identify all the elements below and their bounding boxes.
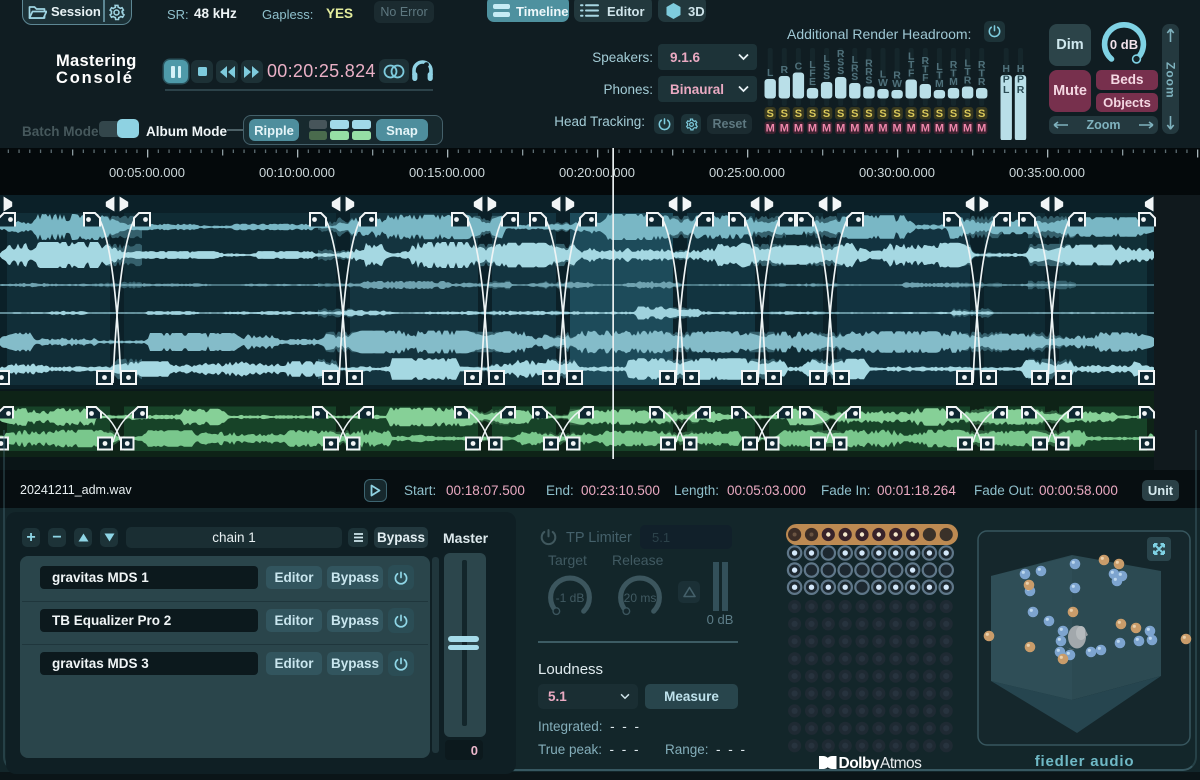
svg-text:M: M xyxy=(836,123,845,135)
svg-text:S: S xyxy=(978,108,985,120)
svg-text:S: S xyxy=(781,108,788,120)
svg-text:M: M xyxy=(780,123,789,135)
svg-text:S: S xyxy=(851,108,858,120)
svg-text:M: M xyxy=(963,123,972,135)
svg-text:R: R xyxy=(978,76,986,88)
svg-text:S: S xyxy=(809,108,816,120)
svg-text:M: M xyxy=(907,123,916,135)
svg-text:S: S xyxy=(922,108,929,120)
svg-text:L: L xyxy=(767,67,774,79)
svg-text:00:15:00.000: 00:15:00.000 xyxy=(409,165,485,180)
svg-text:S: S xyxy=(950,108,957,120)
svg-text:00:25:00.000: 00:25:00.000 xyxy=(709,165,785,180)
svg-text:M: M xyxy=(766,123,775,135)
svg-text:R: R xyxy=(781,64,789,76)
svg-text:S: S xyxy=(851,71,858,83)
svg-text:00:05:00.000: 00:05:00.000 xyxy=(109,165,185,180)
svg-text:M: M xyxy=(850,123,859,135)
svg-text:M: M xyxy=(864,123,873,135)
svg-text:S: S xyxy=(837,65,844,77)
svg-text:S: S xyxy=(936,108,943,120)
svg-text:S: S xyxy=(893,108,900,120)
svg-text:M: M xyxy=(921,123,930,135)
svg-text:M: M xyxy=(822,123,831,135)
svg-text:S: S xyxy=(908,108,915,120)
svg-text:M: M xyxy=(935,78,944,90)
svg-text:E: E xyxy=(809,76,816,88)
svg-text:F: F xyxy=(922,72,929,84)
svg-text:M: M xyxy=(949,76,958,88)
svg-text:00:35:00.000: 00:35:00.000 xyxy=(1009,165,1085,180)
svg-text:M: M xyxy=(808,123,817,135)
svg-text:Dolby: Dolby xyxy=(839,755,880,770)
svg-text:M: M xyxy=(794,123,803,135)
svg-text:W: W xyxy=(892,78,902,90)
svg-text:00:20:00.000: 00:20:00.000 xyxy=(559,165,635,180)
svg-text:S: S xyxy=(823,70,830,82)
svg-text:F: F xyxy=(908,68,915,80)
svg-text:00:10:00.000: 00:10:00.000 xyxy=(259,165,335,180)
svg-text:S: S xyxy=(837,108,844,120)
svg-text:00:30:00.000: 00:30:00.000 xyxy=(859,165,935,180)
svg-text:M: M xyxy=(878,123,887,135)
svg-text:S: S xyxy=(865,108,872,120)
svg-text:S: S xyxy=(767,108,774,120)
svg-text:M: M xyxy=(949,123,958,135)
svg-text:S: S xyxy=(964,108,971,120)
svg-text:S: S xyxy=(865,75,872,87)
svg-text:R: R xyxy=(964,75,972,87)
svg-text:W: W xyxy=(878,77,888,89)
svg-text:R: R xyxy=(1017,84,1025,96)
svg-text:C: C xyxy=(795,61,803,73)
svg-text:S: S xyxy=(823,108,830,120)
svg-text:M: M xyxy=(977,123,986,135)
svg-text:M: M xyxy=(935,123,944,135)
svg-text:M: M xyxy=(893,123,902,135)
svg-text:S: S xyxy=(879,108,886,120)
svg-text:Atmos: Atmos xyxy=(880,755,922,770)
svg-text:L: L xyxy=(1003,84,1010,96)
svg-text:S: S xyxy=(795,108,802,120)
